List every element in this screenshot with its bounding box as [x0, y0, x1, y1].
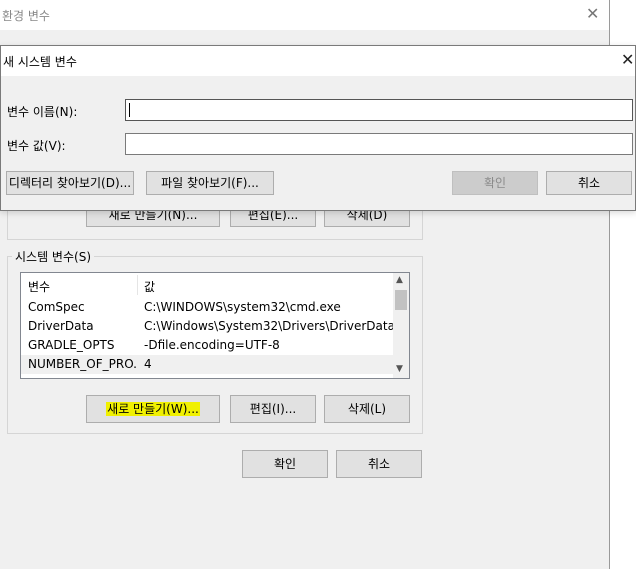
variable-value-input[interactable] — [125, 133, 633, 155]
env-titlebar: 환경 변수 ✕ — [0, 0, 609, 30]
env-close-icon[interactable]: ✕ — [586, 4, 599, 23]
column-header-value[interactable]: 값 — [144, 278, 155, 295]
dialog-titlebar: 새 시스템 변수 ✕ — [1, 46, 635, 76]
row-variable-value: 4 — [144, 357, 152, 371]
env-ok-button[interactable]: 확인 — [242, 450, 328, 478]
row-variable-name: DriverData — [28, 319, 94, 333]
system-variables-list[interactable]: 변수 값 ComSpec C:\WINDOWS\system32\cmd.exe… — [20, 272, 410, 379]
variable-name-label: 변수 이름(N): — [7, 105, 78, 119]
system-variables-label: 시스템 변수(S) — [12, 248, 94, 265]
dialog-cancel-button[interactable]: 취소 — [546, 171, 632, 195]
dialog-title: 새 시스템 변수 — [3, 55, 77, 69]
column-header-variable[interactable]: 변수 — [28, 278, 50, 295]
system-new-button[interactable]: 새로 만들기(W)... — [86, 395, 220, 423]
chevron-up-icon[interactable]: ▲ — [396, 275, 403, 285]
variable-name-input[interactable] — [125, 99, 633, 121]
new-system-variable-dialog: 새 시스템 변수 ✕ 변수 이름(N): 변수 값(V): 디렉터리 찾아보기(… — [0, 45, 636, 211]
env-cancel-button[interactable]: 취소 — [336, 450, 422, 478]
scrollbar-thumb[interactable] — [395, 290, 407, 310]
row-variable-name: NUMBER_OF_PRO... — [28, 357, 136, 371]
list-row[interactable]: ComSpec C:\WINDOWS\system32\cmd.exe — [21, 298, 393, 317]
system-delete-button[interactable]: 삭제(L) — [324, 395, 410, 423]
browse-file-button[interactable]: 파일 찾아보기(F)... — [146, 171, 274, 195]
system-new-button-label: 새로 만들기(W)... — [106, 402, 200, 416]
row-variable-value: C:\Windows\System32\Drivers\DriverData — [144, 319, 395, 333]
env-window-title: 환경 변수 — [2, 9, 50, 23]
list-row[interactable]: GRADLE_OPTS -Dfile.encoding=UTF-8 — [21, 336, 393, 355]
row-variable-name: GRADLE_OPTS — [28, 338, 115, 352]
chevron-down-icon[interactable]: ▼ — [396, 364, 403, 374]
text-caret — [129, 103, 130, 117]
browse-directory-button[interactable]: 디렉터리 찾아보기(D)... — [6, 171, 134, 195]
list-row[interactable]: DriverData C:\Windows\System32\Drivers\D… — [21, 317, 395, 336]
dialog-ok-button[interactable]: 확인 — [452, 171, 538, 195]
column-divider[interactable] — [137, 275, 138, 295]
row-variable-value: C:\WINDOWS\system32\cmd.exe — [144, 300, 341, 314]
dialog-body: 변수 이름(N): 변수 값(V): 디렉터리 찾아보기(D)... 파일 찾아… — [1, 76, 635, 210]
variable-value-label: 변수 값(V): — [7, 139, 66, 153]
dialog-close-icon[interactable]: ✕ — [621, 50, 634, 69]
row-variable-value: -Dfile.encoding=UTF-8 — [144, 338, 280, 352]
row-variable-name: ComSpec — [28, 300, 85, 314]
system-edit-button[interactable]: 편집(I)... — [230, 395, 316, 423]
list-row-selected[interactable]: NUMBER_OF_PRO... 4 — [21, 355, 393, 374]
list-scrollbar[interactable]: ▲ ▼ — [393, 273, 409, 378]
list-header: 변수 값 — [21, 273, 393, 297]
